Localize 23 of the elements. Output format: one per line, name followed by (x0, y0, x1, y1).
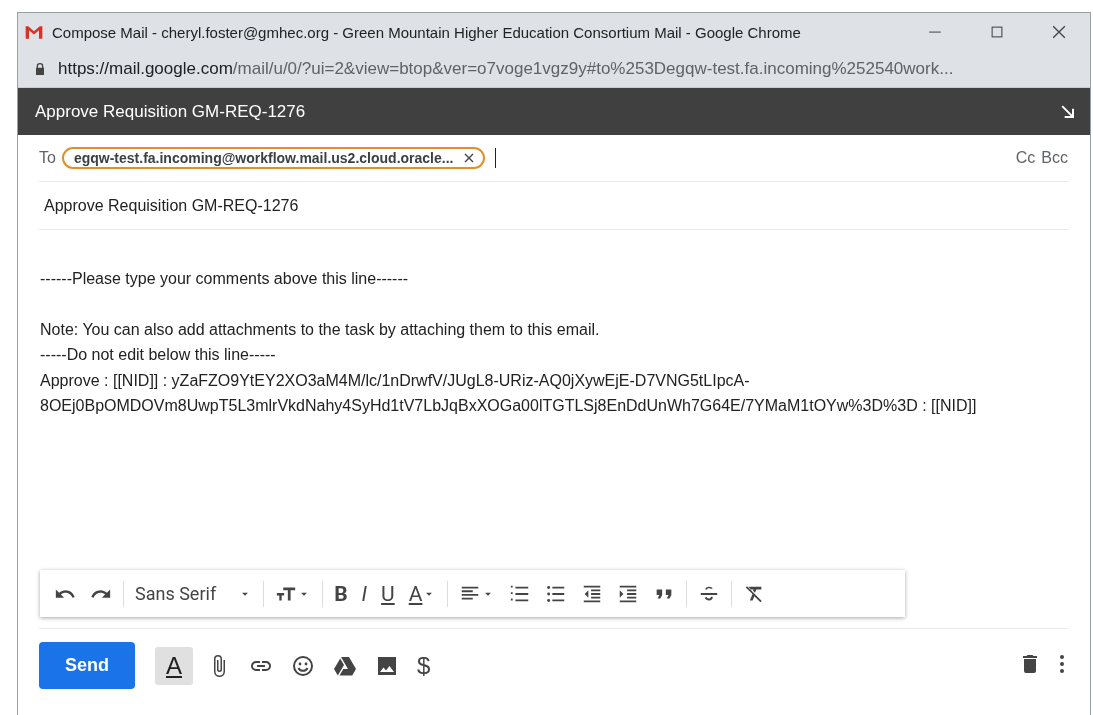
cc-link[interactable]: Cc (1015, 149, 1036, 167)
body-text: -----Do not edit below this line----- (40, 345, 277, 365)
recipient-chip[interactable]: egqw-test.fa.incoming@workflow.mail.us2.cloud.oracle... (61, 147, 486, 169)
body-text: Approve : [[NID]] : yZaFZO9YtEY2XO3aM4M/lc/1nDrwfV/JUgL8-URiz-AQ0jXywEjE-D7VNG5tLIpcA- (40, 370, 751, 391)
underline-button[interactable]: U (375, 577, 401, 610)
body-text: Note: You can also add attachments to the task by attaching them to this email. (40, 319, 601, 340)
font-dropdown[interactable]: Sans Serif (129, 579, 259, 608)
body-text: 8OEj0BpOMDOVm8UwpT5L3mlrVkdNahy4SyHd1tV7LbJqBxXOGa00lTGTLSj8EnDdUnWh7G64E/7YMaM1tOYw%3D%3D : [[NID]] (40, 396, 978, 416)
smiley-icon (291, 653, 315, 678)
maximize-icon[interactable] (988, 23, 1006, 41)
bcc-link[interactable]: Bcc (1041, 149, 1068, 167)
text-color-button[interactable]: A (402, 577, 443, 610)
send-button[interactable]: Send (39, 642, 135, 689)
text-cursor (495, 148, 497, 168)
to-label: To (39, 149, 56, 167)
formatting-toggle-button[interactable]: A (155, 646, 193, 685)
body-text: ------Please type your comments above this line------ (40, 269, 410, 289)
money-button[interactable]: $ (413, 647, 435, 684)
window-title: Compose Mail - cheryl.foster@gmhec.org - Green Mountain Higher Education Consortium Mail - Google Chrome (52, 23, 802, 41)
italic-button[interactable]: I (355, 577, 374, 610)
compose-title: Approve Requisition GM-REQ-1276 (35, 101, 306, 122)
bold-button[interactable]: B (328, 577, 354, 610)
subject-field[interactable]: Approve Requisition GM-REQ-1276 (39, 182, 1068, 230)
